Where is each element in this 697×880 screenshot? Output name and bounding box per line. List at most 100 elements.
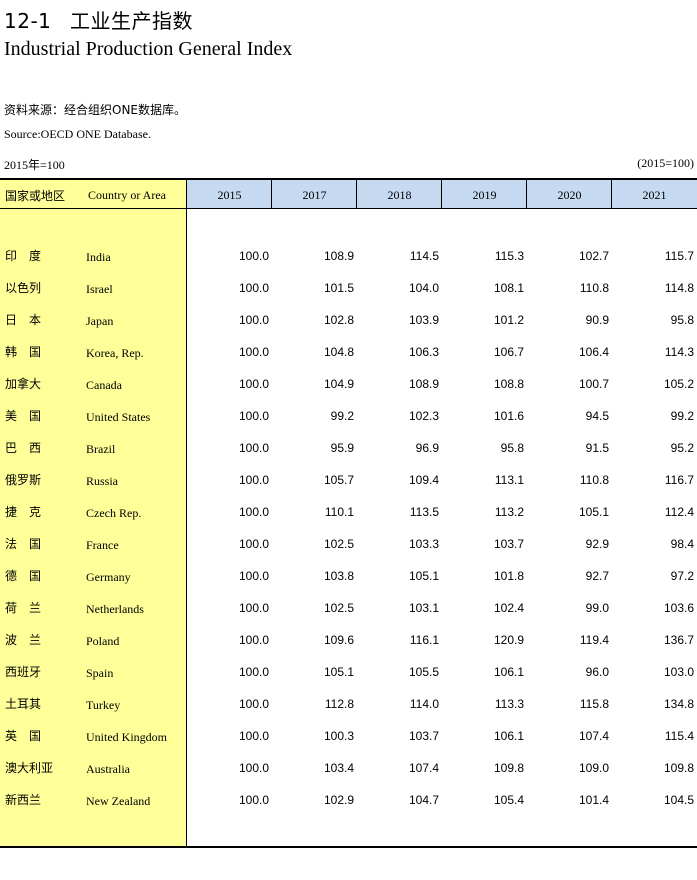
- table-row: 澳大利亚 Australia 100.0 103.4 107.4 109.8 109.0 10…: [0, 761, 697, 793]
- row-value: 114.0: [409, 697, 439, 711]
- row-value: 100.3: [323, 729, 354, 743]
- header-year: 2018: [387, 188, 412, 202]
- row-region-en: United Kingdom: [86, 730, 167, 744]
- table-row: 捷 克 Czech Rep. 100.0 110.1 113.5 113.2 105.1 11…: [0, 505, 697, 537]
- row-value: 100.0: [238, 281, 269, 295]
- row-value: 115.3: [494, 249, 524, 263]
- row-region-cn: 巴 西: [5, 441, 42, 455]
- row-value: 100.0: [238, 473, 269, 487]
- table-row: 俄罗斯 Russia 100.0 105.7 109.4 113.1 110.8 116.7: [0, 473, 697, 505]
- row-value: 100.0: [238, 569, 269, 583]
- row-value: 102.3: [408, 409, 439, 423]
- source-note-cn: 资料来源：经合组织ONE数据库。: [4, 103, 187, 117]
- title-cn-text: 工业生产指数: [70, 9, 193, 33]
- row-region-cn: 德 国: [5, 569, 42, 583]
- table-row: 波 兰 Poland 100.0 109.6 116.1 120.9 119.4 136.7: [0, 633, 697, 665]
- row-value: 100.0: [238, 249, 269, 263]
- row-value: 90.9: [585, 313, 609, 327]
- row-value: 113.5: [409, 505, 439, 519]
- row-value: 103.1: [408, 601, 439, 615]
- row-value: 103.8: [323, 569, 354, 583]
- row-value: 105.5: [408, 665, 439, 679]
- row-value: 107.4: [408, 761, 439, 775]
- table-row: 美 国 United States 100.0 99.2 102.3 101.6 94.5 9…: [0, 409, 697, 441]
- row-value: 100.0: [238, 505, 269, 519]
- row-value: 115.8: [579, 697, 609, 711]
- row-value: 105.2: [663, 377, 694, 391]
- table-row: 印 度 India 100.0 108.9 114.5 115.3 102.7 115.7: [0, 249, 697, 281]
- row-value: 98.4: [670, 537, 694, 551]
- row-value: 112.8: [324, 697, 354, 711]
- row-value: 101.5: [323, 281, 354, 295]
- row-value: 103.4: [323, 761, 354, 775]
- row-region-cn: 西班牙: [5, 665, 42, 679]
- row-region-cn: 日 本: [5, 313, 42, 327]
- row-value: 103.6: [663, 601, 694, 615]
- row-value: 106.1: [493, 665, 524, 679]
- row-value: 109.0: [578, 761, 609, 775]
- row-value: 101.6: [493, 409, 524, 423]
- row-value: 92.7: [585, 569, 609, 583]
- header-year: 2017: [302, 188, 327, 202]
- row-value: 107.4: [578, 729, 609, 743]
- row-value: 113.1: [494, 473, 524, 487]
- row-value: 120.9: [493, 633, 524, 647]
- row-value: 100.7: [578, 377, 609, 391]
- header-region-cn: 国家或地区: [5, 189, 66, 203]
- table-row: 荷 兰 Netherlands 100.0 102.5 103.1 102.4 99.0 10…: [0, 601, 697, 633]
- row-value: 99.2: [330, 409, 354, 423]
- row-region-cn: 波 兰: [5, 633, 42, 647]
- row-value: 109.8: [493, 761, 524, 775]
- table-row: 韩 国 Korea, Rep. 100.0 104.8 106.3 106.7 106.4 1…: [0, 345, 697, 377]
- row-value: 91.5: [585, 441, 609, 455]
- row-value: 119.4: [579, 633, 609, 647]
- row-value: 103.7: [408, 729, 439, 743]
- row-value: 94.5: [585, 409, 609, 423]
- table-row: 巴 西 Brazil 100.0 95.9 96.9 95.8 91.5 95.2: [0, 441, 697, 473]
- row-value: 105.1: [408, 569, 439, 583]
- row-value: 102.5: [323, 601, 354, 615]
- row-region-en: United States: [86, 410, 151, 424]
- row-region-cn: 韩 国: [5, 345, 42, 359]
- table-row: 德 国 Germany 100.0 103.8 105.1 101.8 92.7 97.2: [0, 569, 697, 601]
- row-value: 114.5: [409, 249, 439, 263]
- row-value: 108.8: [493, 377, 524, 391]
- row-value: 109.4: [408, 473, 439, 487]
- row-value: 100.0: [238, 633, 269, 647]
- row-value: 100.0: [238, 697, 269, 711]
- header-year: 2019: [472, 188, 497, 202]
- row-value: 106.3: [408, 345, 439, 359]
- header-bottom-border: [0, 208, 697, 209]
- row-value: 101.8: [493, 569, 524, 583]
- row-value: 102.4: [493, 601, 524, 615]
- row-value: 116.1: [409, 633, 439, 647]
- row-region-en: New Zealand: [86, 794, 151, 808]
- source-note-en: Source:OECD ONE Database.: [4, 127, 151, 141]
- row-value: 114.8: [664, 281, 694, 295]
- row-value: 103.0: [663, 665, 694, 679]
- row-value: 134.8: [663, 697, 694, 711]
- header-year: 2015: [217, 188, 242, 202]
- row-value: 113.2: [494, 505, 524, 519]
- row-region-en: India: [86, 250, 111, 264]
- row-value: 136.7: [663, 633, 694, 647]
- page-title-en: Industrial Production General Index: [4, 38, 293, 60]
- row-region-cn: 美 国: [5, 409, 42, 423]
- table-row: 加拿大 Canada 100.0 104.9 108.9 108.8 100.7 105.2: [0, 377, 697, 409]
- row-value: 100.0: [238, 409, 269, 423]
- header-year: 2021: [642, 188, 667, 202]
- row-value: 99.2: [670, 409, 694, 423]
- table-row: 日 本 Japan 100.0 102.8 103.9 101.2 90.9 95.8: [0, 313, 697, 345]
- row-region-en: Brazil: [86, 442, 116, 456]
- row-value: 110.8: [579, 473, 609, 487]
- row-value: 103.3: [408, 537, 439, 551]
- table-row: 西班牙 Spain 100.0 105.1 105.5 106.1 96.0 103.0: [0, 665, 697, 697]
- row-region-cn: 英 国: [5, 729, 42, 743]
- header-region-en: Country or Area: [88, 188, 166, 202]
- row-value: 105.7: [323, 473, 354, 487]
- row-region-en: Korea, Rep.: [86, 346, 144, 360]
- base-year-note-cn: 2015年=100: [4, 158, 65, 172]
- data-table: 国家或地区 Country or Area 2015 2017 2018 201…: [0, 178, 697, 848]
- row-value: 100.0: [238, 665, 269, 679]
- row-value: 97.2: [670, 569, 694, 583]
